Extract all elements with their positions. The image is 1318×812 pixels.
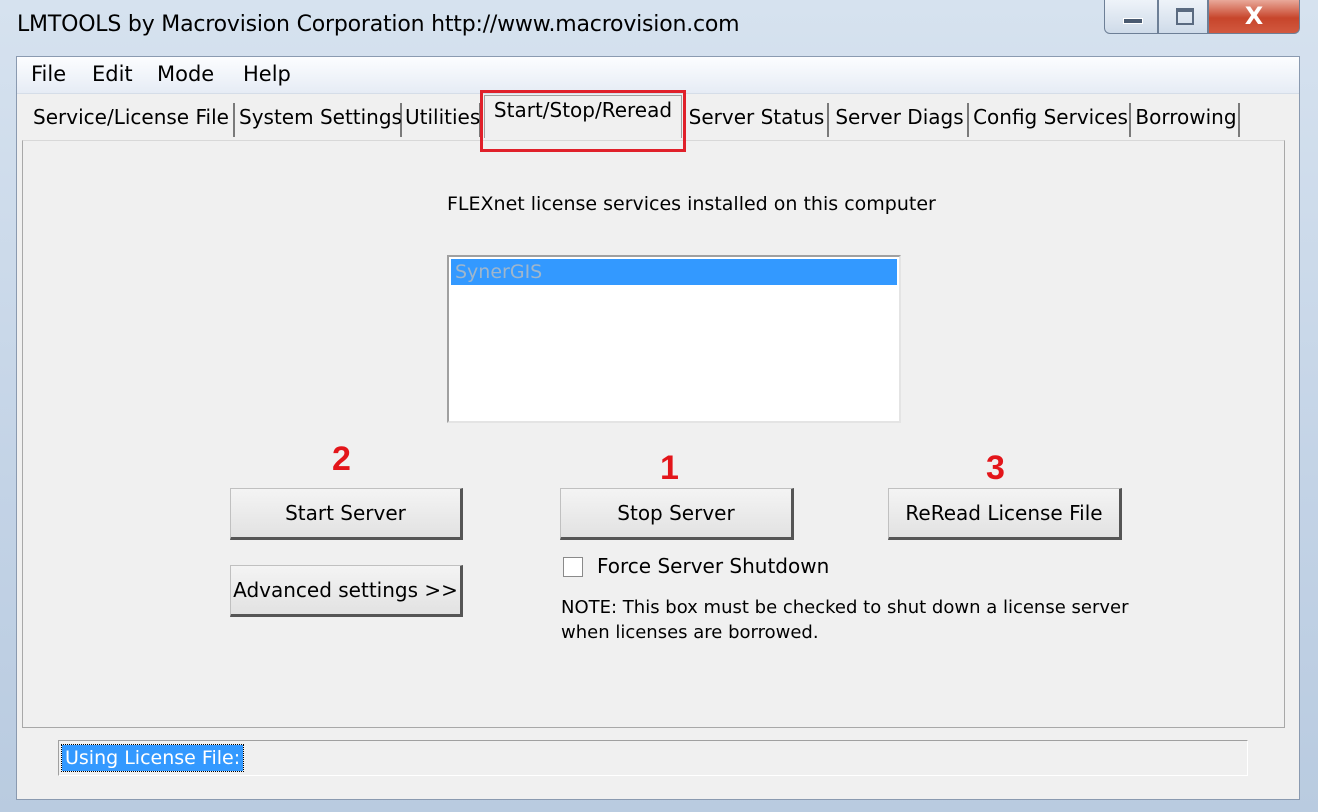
tab-service-license-file[interactable]: Service/License File (29, 103, 235, 137)
status-text: Using License File: (60, 744, 245, 772)
menu-file[interactable]: File (31, 62, 66, 86)
maximize-button[interactable] (1158, 0, 1208, 34)
status-bar: Using License File: (58, 740, 1248, 776)
service-item-synergis[interactable]: SynerGIS (451, 259, 897, 285)
menu-edit[interactable]: Edit (92, 62, 133, 86)
reread-license-file-button[interactable]: ReRead License File (888, 488, 1122, 540)
tab-start-stop-reread[interactable]: Start/Stop/Reread (484, 95, 682, 138)
tab-config-services[interactable]: Config Services (972, 103, 1131, 137)
lmtools-window: LMTOOLS by Macrovision Corporation http:… (0, 0, 1318, 812)
close-button[interactable]: X (1208, 0, 1300, 34)
menu-mode[interactable]: Mode (157, 62, 214, 86)
tab-server-diags[interactable]: Server Diags (832, 103, 969, 137)
stop-server-button[interactable]: Stop Server (560, 488, 794, 540)
advanced-settings-button[interactable]: Advanced settings >> (230, 565, 463, 617)
minimize-button[interactable] (1104, 0, 1158, 34)
services-listbox[interactable]: SynerGIS (447, 255, 901, 423)
close-icon: X (1244, 2, 1264, 30)
note-line-1: NOTE: This box must be checked to shut d… (561, 597, 1129, 618)
force-shutdown-label: Force Server Shutdown (597, 554, 830, 578)
annotation-2: 2 (332, 440, 351, 478)
annotation-1: 1 (660, 449, 679, 487)
tab-borrowing[interactable]: Borrowing (1134, 103, 1240, 137)
window-title: LMTOOLS by Macrovision Corporation http:… (17, 12, 740, 37)
tab-utilities[interactable]: Utilities (405, 103, 481, 137)
tab-system-settings[interactable]: System Settings (239, 103, 402, 137)
start-server-button[interactable]: Start Server (230, 488, 463, 540)
tab-server-status[interactable]: Server Status (686, 103, 829, 137)
annotation-3: 3 (986, 449, 1005, 487)
client-area: File Edit Mode Help Service/License File… (16, 56, 1300, 800)
shutdown-note: NOTE: This box must be checked to shut d… (561, 595, 1181, 645)
force-shutdown-checkbox[interactable] (563, 557, 583, 577)
note-line-2: when licenses are borrowed. (561, 622, 819, 643)
services-heading: FLEXnet license services installed on th… (447, 193, 936, 215)
menu-bar: File Edit Mode Help (17, 57, 1299, 94)
menu-help[interactable]: Help (243, 62, 291, 86)
